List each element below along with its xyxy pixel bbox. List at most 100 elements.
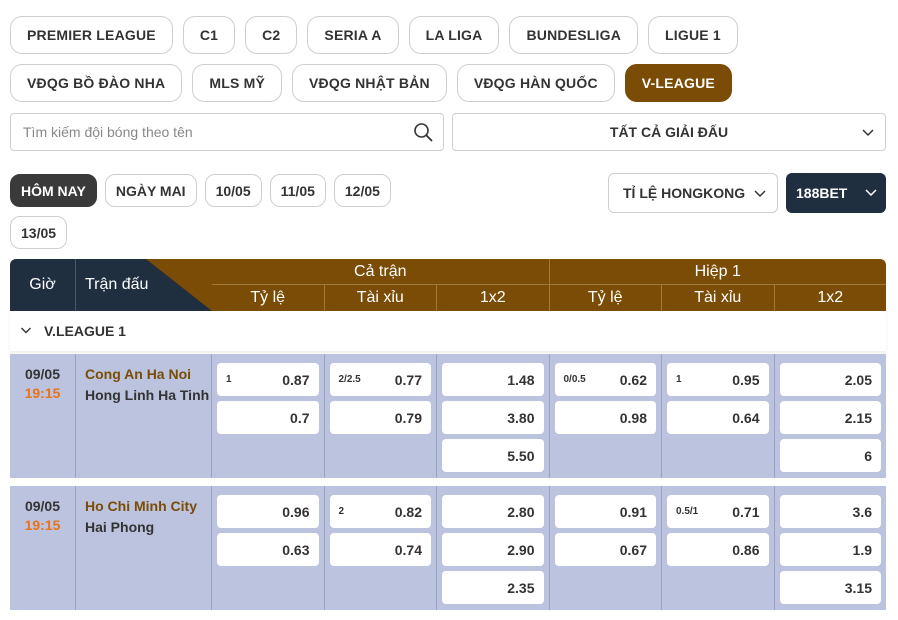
odds-column: 0.91 0.67 <box>550 486 662 610</box>
match-teams: Cong An Ha Noi Hong Linh Ha Tinh <box>76 354 212 478</box>
league-tab[interactable]: C2 <box>245 16 298 54</box>
odds-cell[interactable]: 1.9 <box>779 533 881 566</box>
league-tab[interactable]: MLS MỸ <box>192 64 282 102</box>
header-right: Cả trận Hiệp 1 Tỷ lệ Tài xỉu 1x2 Tỷ lệ Tài x… <box>212 259 886 311</box>
league-section-title: V.LEAGUE 1 <box>44 323 126 339</box>
odds-cell[interactable]: 2 0.82 <box>329 495 431 528</box>
odds-value: 0.7 <box>290 409 310 426</box>
date-tab[interactable]: 13/05 <box>10 216 68 249</box>
league-section-header[interactable]: V.LEAGUE 1 <box>10 311 886 351</box>
odds-value: 0.74 <box>394 541 422 558</box>
odds-cell[interactable]: 2.90 <box>442 533 544 566</box>
league-tab[interactable]: VĐQG HÀN QUỐC <box>456 64 615 102</box>
odds-value: 3.15 <box>844 579 872 596</box>
date-tab[interactable]: 11/05 <box>269 174 326 207</box>
bookmaker-value: 188BET <box>796 185 848 201</box>
odds-line: 1 <box>676 374 682 385</box>
search-input[interactable] <box>23 124 403 140</box>
match-row: 09/05 19:15 Ho Chi Minh City Hai Phong 0.96 0… <box>10 486 886 610</box>
odds-cell[interactable]: 0.5/1 0.71 <box>667 495 769 528</box>
odds-value: 5.50 <box>507 447 535 464</box>
match-kickoff: 19:15 <box>24 517 61 533</box>
odds-value: 2.35 <box>507 579 535 596</box>
odds-cell[interactable]: 0.86 <box>667 533 769 566</box>
date-tab[interactable]: HÔM NAY <box>10 174 97 207</box>
col-time-header: Giờ <box>10 259 76 311</box>
odds-value: 1.48 <box>507 371 535 388</box>
odds-value: 0.95 <box>732 371 760 388</box>
match-row: 09/05 19:15 Cong An Ha Noi Hong Linh Ha Tin… <box>10 354 886 478</box>
odds-column: 2.05 2.15 6 <box>775 354 887 478</box>
sub-col-header: 1x2 <box>436 285 549 311</box>
odds-value: 2.05 <box>844 371 872 388</box>
odds-type-select[interactable]: TỈ LỆ HONGKONG <box>608 173 778 213</box>
odds-cell[interactable]: 1.48 <box>442 363 544 396</box>
chevron-down-icon <box>753 186 767 203</box>
bookmaker-select[interactable]: 188BET <box>786 173 886 213</box>
odds-value: 0.91 <box>619 503 647 520</box>
match-teams: Ho Chi Minh City Hai Phong <box>76 486 212 610</box>
sub-col-header: Tài xỉu <box>661 285 774 311</box>
league-tab[interactable]: LIGUE 1 <box>648 16 738 54</box>
group-full-match: Cả trận <box>354 262 407 280</box>
odds-value: 2.90 <box>507 541 535 558</box>
odds-value: 0.87 <box>282 371 310 388</box>
home-team[interactable]: Ho Chi Minh City <box>85 498 211 514</box>
sub-col-header: Tỷ lệ <box>548 285 662 311</box>
odds-cell[interactable]: 0.79 <box>329 401 431 434</box>
date-tab[interactable]: 12/05 <box>333 174 391 207</box>
col-match-header: Trận đấu <box>85 276 149 293</box>
odds-cell[interactable]: 0.7 <box>217 401 319 434</box>
odds-line: 0/0.5 <box>563 374 586 385</box>
odds-cell[interactable]: 0.74 <box>329 533 431 566</box>
odds-cell[interactable]: 2.15 <box>779 401 881 434</box>
odds-cell[interactable]: 0.98 <box>554 401 656 434</box>
away-team[interactable]: Hai Phong <box>85 519 211 535</box>
odds-cell[interactable]: 0.96 <box>217 495 319 528</box>
odds-cell[interactable]: 1 0.95 <box>667 363 769 396</box>
odds-cell[interactable]: 1 0.87 <box>217 363 319 396</box>
date-tab[interactable]: NGÀY MAI <box>104 174 197 207</box>
odds-cell[interactable]: 3.80 <box>442 401 544 434</box>
sub-col-header: Tài xỉu <box>323 285 437 311</box>
odds-cell[interactable]: 3.6 <box>779 495 881 528</box>
odds-cell[interactable]: 0/0.5 0.62 <box>554 363 656 396</box>
group-first-half: Hiệp 1 <box>548 259 887 284</box>
odds-cell[interactable]: 2.80 <box>442 495 544 528</box>
league-tab[interactable]: LA LIGA <box>408 16 500 54</box>
odds-line: 1 <box>226 374 232 385</box>
odds-cell[interactable]: 0.63 <box>217 533 319 566</box>
search-icon[interactable] <box>403 114 443 150</box>
odds-cell[interactable]: 6 <box>779 439 881 472</box>
odds-cell[interactable]: 0.67 <box>554 533 656 566</box>
league-tabs: PREMIER LEAGUE C1 C2 SERIA A LA LIGA BUNDESLI… <box>10 16 890 102</box>
league-tab[interactable]: V-LEAGUE <box>624 64 732 102</box>
odds-cell[interactable]: 2.05 <box>779 363 881 396</box>
date-tab[interactable]: 10/05 <box>204 174 262 207</box>
odds-cell[interactable]: 0.64 <box>667 401 769 434</box>
odds-cell[interactable]: 2.35 <box>442 571 544 604</box>
sub-col-header: 1x2 <box>773 285 887 311</box>
league-tab[interactable]: PREMIER LEAGUE <box>10 16 173 54</box>
odds-value: 2.15 <box>844 409 872 426</box>
odds-cell[interactable]: 0.91 <box>554 495 656 528</box>
odds-value: 0.86 <box>732 541 760 558</box>
odds-column: 0.5/1 0.71 0.86 <box>662 486 775 610</box>
odds-value: 0.82 <box>394 503 422 520</box>
odds-cell[interactable]: 2/2.5 0.77 <box>329 363 431 396</box>
league-tab[interactable]: C1 <box>182 16 236 54</box>
sub-col-header: Tỷ lệ <box>250 289 286 306</box>
odds-column: 2/2.5 0.77 0.79 <box>325 354 437 478</box>
league-tab[interactable]: VĐQG NHẬT BẢN <box>292 64 447 102</box>
odds-cell[interactable]: 3.15 <box>779 571 881 604</box>
league-tab[interactable]: VĐQG BỒ ĐÀO NHA <box>10 64 183 102</box>
chevron-down-icon <box>864 185 878 202</box>
match-kickoff: 19:15 <box>24 385 61 401</box>
odds-table: Giờ Trận đấu Cả trận Hiệp 1 Tỷ lệ Tài xỉu… <box>10 259 886 610</box>
away-team[interactable]: Hong Linh Ha Tinh <box>85 387 211 403</box>
home-team[interactable]: Cong An Ha Noi <box>85 366 211 382</box>
league-tab[interactable]: BUNDESLIGA <box>509 16 639 54</box>
league-select[interactable]: TẤT CẢ GIẢI ĐẤU <box>452 113 886 151</box>
league-tab[interactable]: SERIA A <box>307 16 399 54</box>
odds-cell[interactable]: 5.50 <box>442 439 544 472</box>
